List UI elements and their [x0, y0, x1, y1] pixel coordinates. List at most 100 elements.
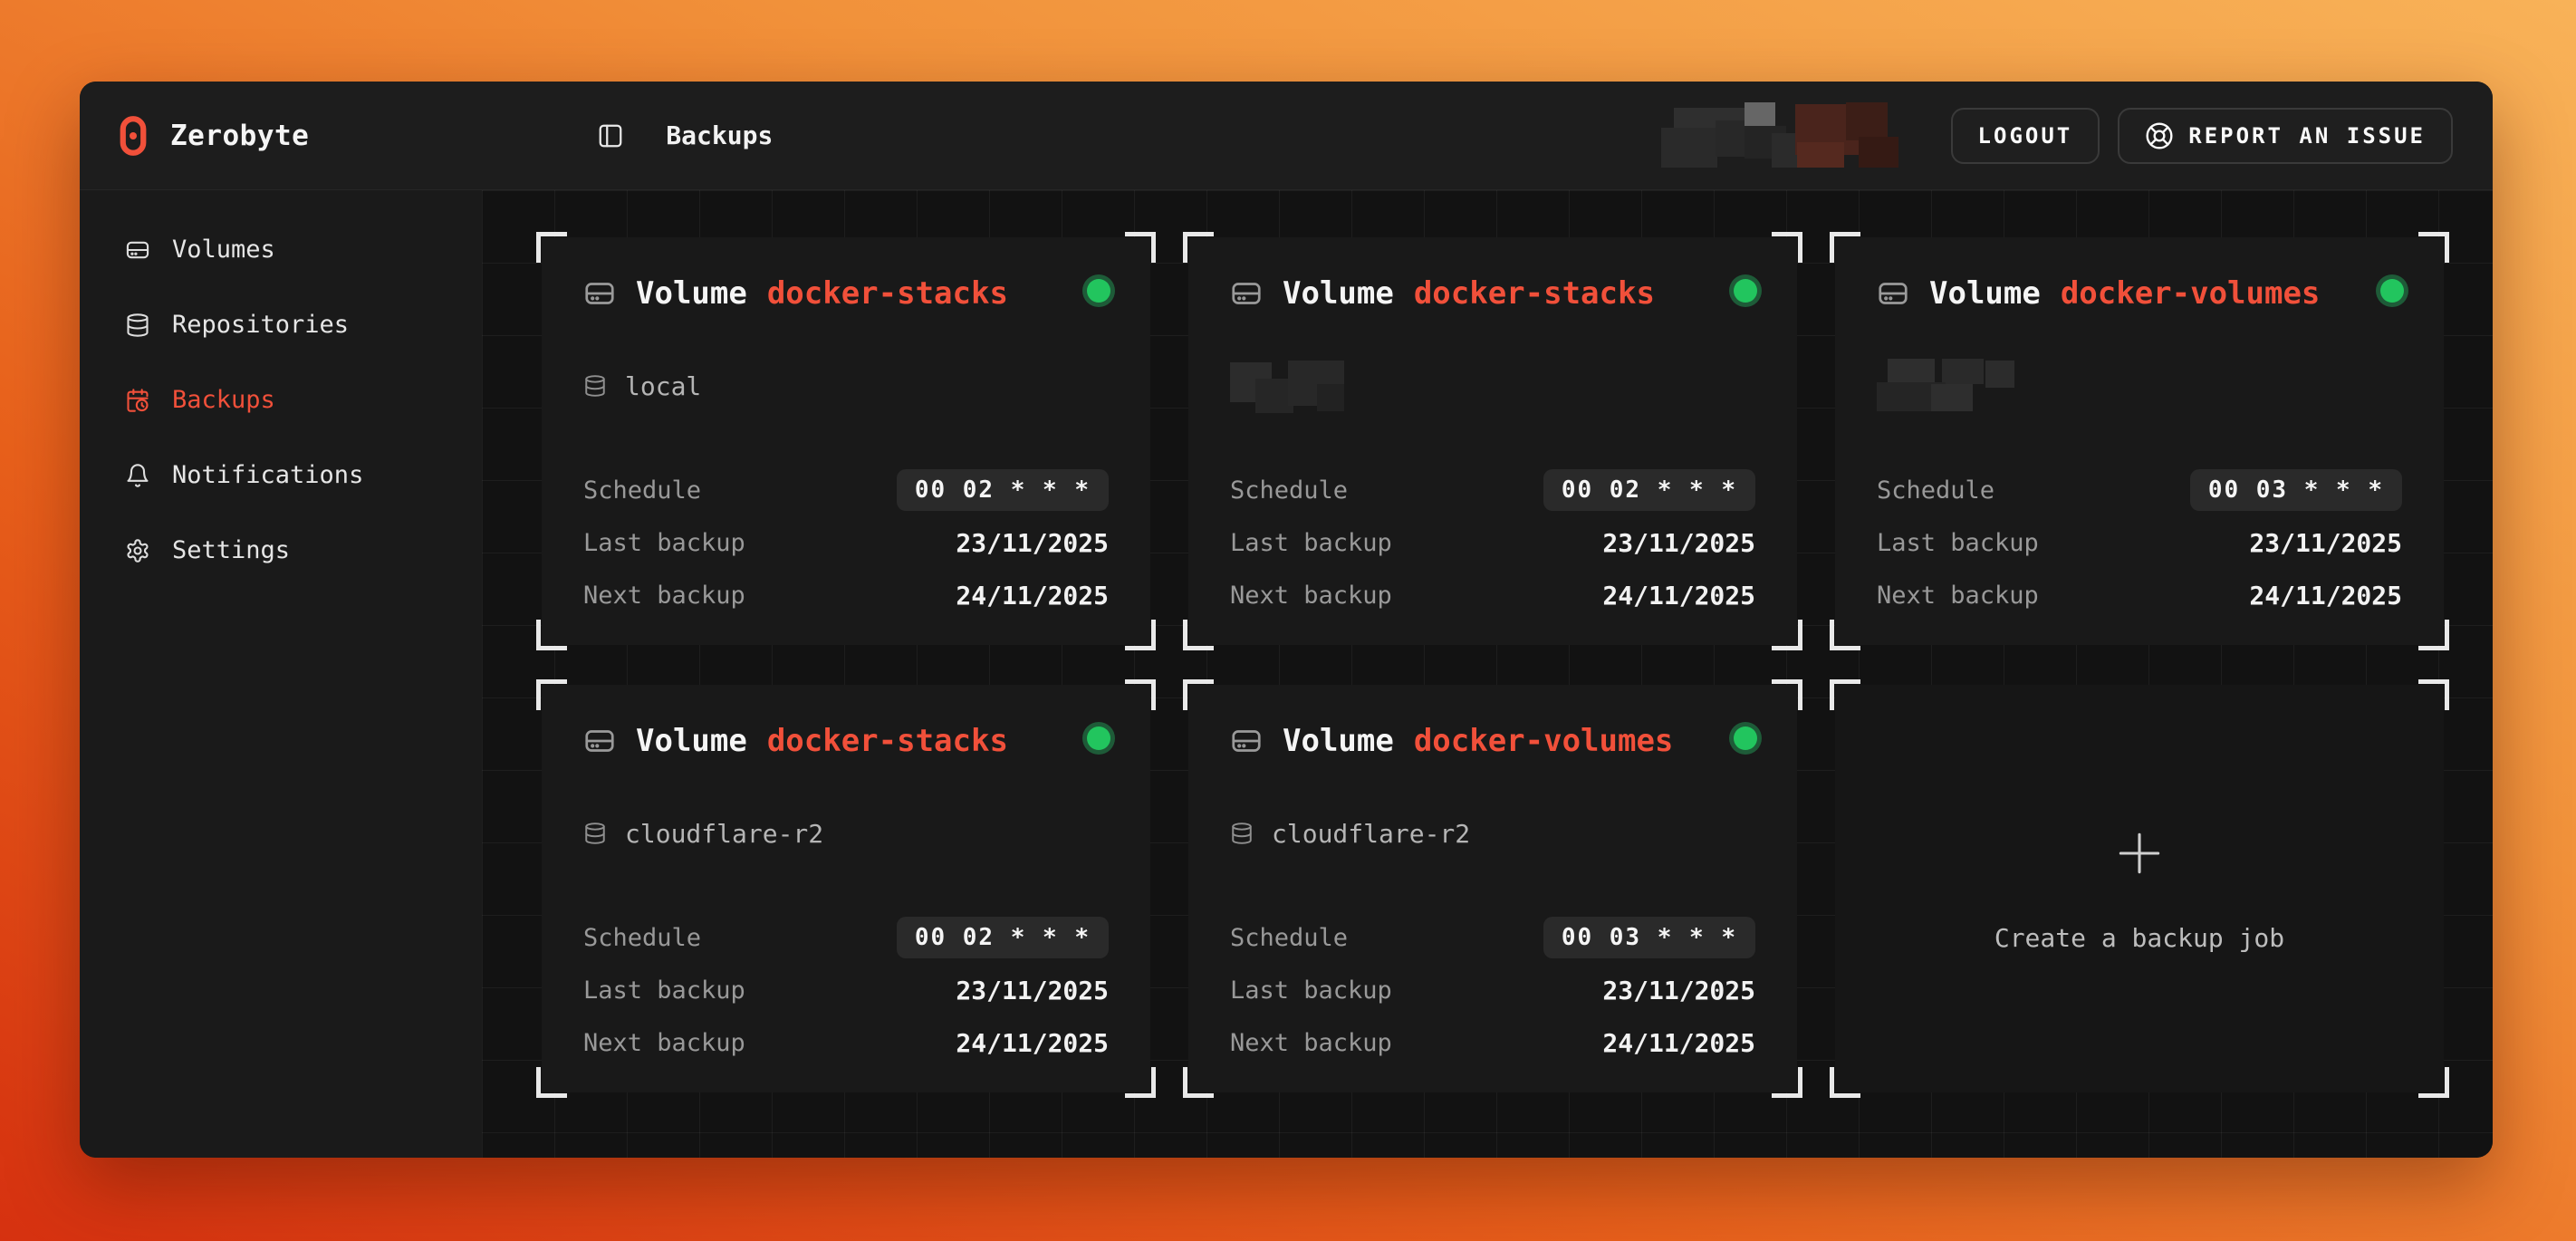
next-backup-label: Next backup [583, 1029, 745, 1057]
schedule-chip: 00 03 * * * [2190, 469, 2402, 511]
repository-row: cloudflare-r2 [1230, 804, 1755, 862]
schedule-row: Schedule 00 03 * * * [1877, 469, 2402, 511]
backup-card[interactable]: Volume docker-volumes cloudflare-r2 Sche… [1188, 685, 1797, 1092]
repository-row: local [583, 357, 1109, 415]
next-backup-label: Next backup [1230, 1029, 1392, 1057]
schedule-label: Schedule [1877, 476, 1994, 505]
sidebar-item-notifications[interactable]: Notifications [80, 438, 482, 513]
sidebar-item-settings[interactable]: Settings [80, 513, 482, 588]
status-dot [1087, 726, 1110, 750]
report-issue-button[interactable]: REPORT AN ISSUE [2118, 108, 2453, 164]
last-backup-value: 23/11/2025 [956, 976, 1109, 1005]
schedule-label: Schedule [583, 476, 701, 505]
backup-card[interactable]: Volume docker-stacks Schedule 00 02 * * … [1188, 237, 1797, 645]
next-backup-row: Next backup 24/11/2025 [583, 1022, 1109, 1063]
card-volume-name: docker-volumes [2061, 275, 2321, 312]
corner-bracket [1772, 232, 1802, 263]
card-title-prefix: Volume [1283, 275, 1394, 312]
backup-card[interactable]: Volume docker-stacks local Schedule 00 0… [542, 237, 1150, 645]
sidebar-item-label: Settings [172, 536, 290, 564]
schedule-label: Schedule [1230, 476, 1348, 505]
corner-bracket [1830, 1067, 1860, 1098]
redacted-repository-name [1877, 359, 2085, 413]
last-backup-label: Last backup [1230, 976, 1392, 1005]
card-details: Schedule 00 03 * * * Last backup 23/11/2… [1877, 469, 2402, 616]
corner-bracket [2418, 679, 2449, 710]
status-dot [1734, 279, 1757, 303]
card-volume-name: docker-stacks [1414, 275, 1655, 312]
report-issue-label: REPORT AN ISSUE [2188, 123, 2426, 149]
repository-name: cloudflare-r2 [1272, 819, 1470, 849]
next-backup-value: 24/11/2025 [1602, 581, 1755, 611]
last-backup-value: 23/11/2025 [1602, 976, 1755, 1005]
next-backup-value: 24/11/2025 [2249, 581, 2402, 611]
corner-bracket [1183, 1067, 1214, 1098]
sidebar-item-backups[interactable]: Backups [80, 362, 482, 438]
schedule-chip: 00 02 * * * [897, 469, 1109, 511]
backup-card[interactable]: Volume docker-stacks cloudflare-r2 Sched… [542, 685, 1150, 1092]
corner-bracket [536, 679, 567, 710]
zerobyte-logo-icon [120, 115, 147, 157]
redacted-username [1661, 102, 1933, 169]
database-icon [125, 313, 150, 338]
logout-button[interactable]: LOGOUT [1951, 108, 2100, 164]
repository-name: cloudflare-r2 [625, 819, 823, 849]
corner-bracket [1772, 620, 1802, 650]
desktop-background: Zerobyte Backups LOGOUT [0, 0, 2576, 1241]
schedule-row: Schedule 00 02 * * * [583, 917, 1109, 958]
hard-drive-icon [1877, 277, 1909, 310]
corner-bracket [1772, 1067, 1802, 1098]
last-backup-row: Last backup 23/11/2025 [583, 522, 1109, 563]
corner-bracket [1125, 1067, 1156, 1098]
card-title-prefix: Volume [636, 275, 747, 312]
backup-card[interactable]: Volume docker-volumes Schedule 00 03 * *… [1835, 237, 2444, 645]
last-backup-row: Last backup 23/11/2025 [1877, 522, 2402, 563]
corner-bracket [536, 232, 567, 263]
panel-left-icon[interactable] [597, 122, 624, 149]
brand: Zerobyte [120, 115, 309, 157]
card-volume-name: docker-volumes [1414, 723, 1674, 759]
next-backup-row: Next backup 24/11/2025 [1230, 574, 1755, 616]
corner-bracket [1125, 679, 1156, 710]
next-backup-value: 24/11/2025 [956, 581, 1109, 611]
repository-row: cloudflare-r2 [583, 804, 1109, 862]
card-title-prefix: Volume [1929, 275, 2041, 312]
database-icon [583, 822, 607, 845]
backup-cards-grid: Volume docker-stacks local Schedule 00 0… [542, 237, 2444, 1092]
hard-drive-icon [1230, 277, 1263, 310]
card-details: Schedule 00 02 * * * Last backup 23/11/2… [583, 469, 1109, 616]
app-header: Zerobyte Backups LOGOUT [80, 82, 2493, 190]
sidebar-item-volumes[interactable]: Volumes [80, 212, 482, 287]
card-volume-name: docker-stacks [767, 275, 1008, 312]
corner-bracket [1830, 232, 1860, 263]
status-dot [1087, 279, 1110, 303]
corner-bracket [2418, 620, 2449, 650]
schedule-row: Schedule 00 03 * * * [1230, 917, 1755, 958]
create-backup-card[interactable]: Create a backup job [1835, 685, 2444, 1092]
corner-bracket [1772, 679, 1802, 710]
card-volume-name: docker-stacks [767, 723, 1008, 759]
sidebar-item-label: Notifications [172, 461, 363, 489]
schedule-chip: 00 02 * * * [897, 917, 1109, 958]
bell-icon [125, 463, 150, 488]
sidebar-item-repositories[interactable]: Repositories [80, 287, 482, 362]
card-header: Volume docker-stacks [583, 723, 1109, 759]
app-body: Volumes Repositories [80, 190, 2493, 1158]
gear-icon [125, 538, 150, 563]
corner-bracket [1830, 620, 1860, 650]
card-details: Schedule 00 03 * * * Last backup 23/11/2… [1230, 917, 1755, 1063]
last-backup-value: 23/11/2025 [2249, 528, 2402, 558]
corner-bracket [1125, 232, 1156, 263]
sidebar-item-label: Repositories [172, 311, 349, 339]
page-title-group: Backups [597, 120, 773, 150]
schedule-label: Schedule [583, 924, 701, 952]
last-backup-label: Last backup [583, 976, 745, 1005]
card-header: Volume docker-stacks [583, 275, 1109, 312]
status-dot [1734, 726, 1757, 750]
last-backup-value: 23/11/2025 [956, 528, 1109, 558]
schedule-row: Schedule 00 02 * * * [1230, 469, 1755, 511]
repository-name: local [625, 371, 701, 401]
app-window: Zerobyte Backups LOGOUT [80, 82, 2493, 1158]
corner-bracket [1830, 679, 1860, 710]
corner-bracket [1183, 679, 1214, 710]
